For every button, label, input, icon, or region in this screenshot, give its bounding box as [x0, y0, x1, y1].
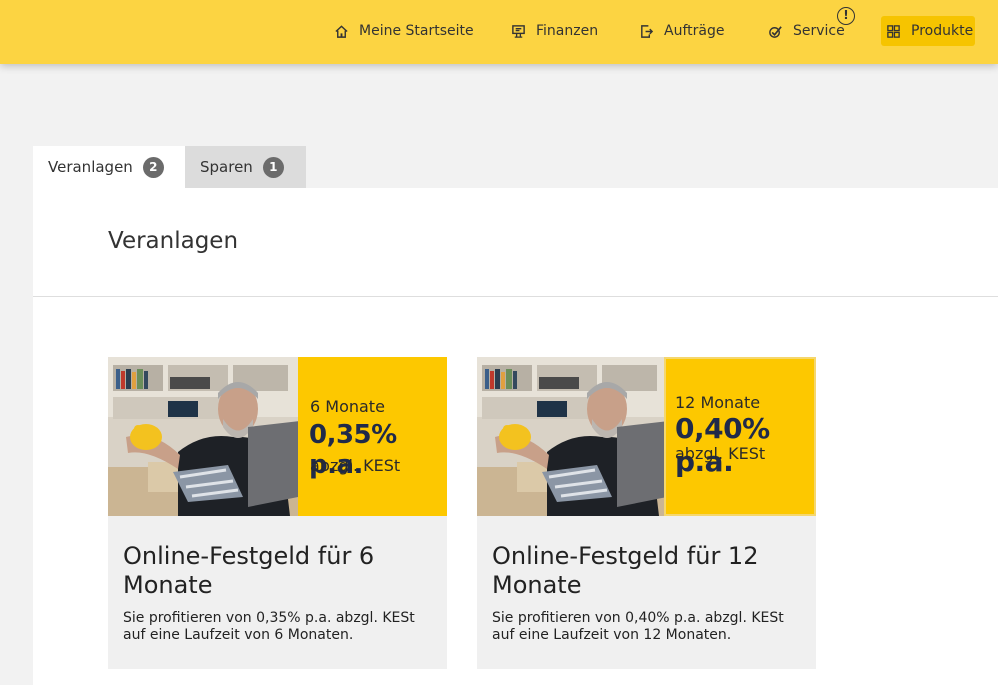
nav-item-service[interactable]: Service — [763, 16, 850, 46]
nav-label: Finanzen — [536, 23, 599, 39]
promo-banner: 12 Monate 0,40% p.a. abzgl. KESt — [664, 357, 816, 516]
main-nav: Meine Startseite Finanzen Aufträge Servi… — [0, 0, 998, 64]
tab-label: Sparen — [200, 158, 253, 176]
product-card-festgeld-12[interactable]: 12 Monate 0,40% p.a. abzgl. KESt Online-… — [477, 357, 816, 669]
tab-sparen[interactable]: Sparen 1 — [185, 146, 306, 188]
nav-label: Produkte — [911, 23, 974, 39]
card-description: Sie profitieren von 0,40% p.a. abzgl. KE… — [492, 610, 784, 643]
nav-label: Service — [793, 23, 845, 39]
tab-count-badge: 2 — [142, 156, 164, 178]
promo-banner: 6 Monate 0,35% p.a. abzgl. KESt — [298, 357, 447, 516]
card-image: 12 Monate 0,40% p.a. abzgl. KESt — [477, 357, 816, 516]
nav-item-finanzen[interactable]: Finanzen — [506, 16, 603, 46]
card-title: Online-Festgeld für 12 Monate — [492, 542, 759, 599]
card-image: 6 Monate 0,35% p.a. abzgl. KESt — [108, 357, 447, 516]
promo-note: abzgl. KESt — [310, 456, 401, 475]
service-alert-icon[interactable]: ! — [837, 7, 855, 25]
panel-title: Veranlagen — [108, 228, 239, 254]
tab-veranlagen[interactable]: Veranlagen 2 — [33, 146, 185, 188]
nav-item-meine-startseite[interactable]: Meine Startseite — [329, 16, 479, 46]
service-check-icon — [769, 25, 782, 38]
nav-label: Aufträge — [664, 23, 725, 39]
card-title: Online-Festgeld für 6 Monate — [123, 542, 375, 599]
nav-item-auftraege[interactable]: Aufträge — [634, 16, 729, 46]
grid-icon — [887, 24, 900, 38]
finance-icon — [512, 24, 525, 38]
promo-term: 12 Monate — [675, 393, 761, 412]
card-description: Sie profitieren von 0,35% p.a. abzgl. KE… — [123, 610, 415, 643]
tab-label: Veranlagen — [48, 158, 133, 176]
product-tabs: Veranlagen 2 Sparen 1 — [33, 146, 306, 188]
promo-note: abzgl. KESt — [675, 444, 766, 463]
top-navigation-bar: Meine Startseite Finanzen Aufträge Servi… — [0, 0, 998, 64]
nav-label: Meine Startseite — [359, 23, 474, 39]
promo-term: 6 Monate — [310, 397, 385, 416]
home-icon — [335, 24, 348, 38]
divider — [33, 296, 998, 297]
product-card-festgeld-6[interactable]: 6 Monate 0,35% p.a. abzgl. KESt Online-F… — [108, 357, 447, 669]
tab-count-badge: 1 — [262, 156, 284, 178]
orders-icon — [641, 24, 654, 38]
content-panel: Veranlagen 6 Monate 0,35% p.a. abzgl. KE… — [33, 188, 998, 685]
nav-item-produkte[interactable]: Produkte — [881, 16, 975, 46]
